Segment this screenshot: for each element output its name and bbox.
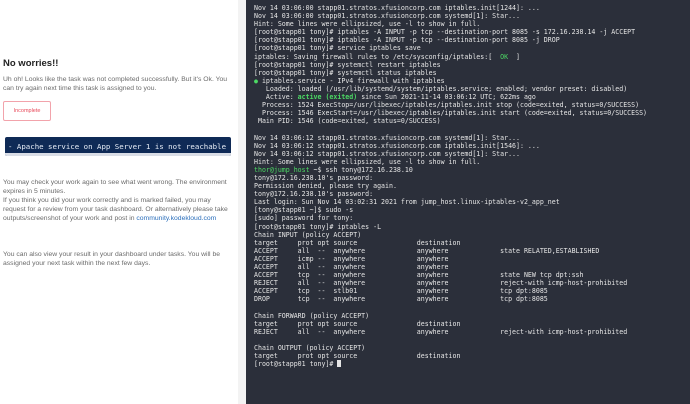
terminal-line: REJECT all -- anywhere anywhere reject-w… [254,327,628,336]
terminal-line: Chain OUTPUT (policy ACCEPT) [254,343,366,352]
terminal-line: [root@stapp01 tony]# iptables -L [254,222,382,231]
terminal-line: [root@stapp01 tony]# systemctl restart i… [254,60,441,69]
terminal-line: [root@stapp01 tony]# service iptables sa… [254,44,421,53]
terminal-line: ACCEPT all -- anywhere anywhere state RE… [254,246,600,255]
terminal-line: Chain FORWARD (policy ACCEPT) [254,311,370,320]
terminal-line: ACCEPT all -- anywhere anywhere [254,263,449,271]
terminal-line: [root@stapp01 tony]# [254,360,690,368]
terminal-line: target prot opt source destination [254,238,461,247]
terminal-line: [tony@stapp01 ~]$ sudo -s [254,206,354,215]
error-banner: - Apache service on App Server 1 is not … [5,137,231,156]
panel-divider[interactable] [238,0,246,404]
terminal-line: Chain INPUT (policy ACCEPT) [254,230,362,239]
terminal-line: tony@172.16.238.10's password: [254,190,374,199]
terminal-line: Process: 1546 ExecStart=/usr/libexec/ipt… [254,109,648,118]
terminal-line: target prot opt source destination [254,352,461,361]
check-work-text: You may check your work again to see wha… [3,179,227,195]
terminal-line: Hint: Some lines were ellipsized, use -l… [254,20,481,29]
terminal-line: iptables: Saving firewall rules to /etc/… [254,52,521,61]
community-link[interactable]: community.kodekloud.com [136,215,216,222]
terminal-line: tony@172.16.238.10's password: [254,173,374,182]
terminal-line: [root@stapp01 tony]# systemctl status ip… [254,68,437,77]
terminal-line: ACCEPT icmp -- anywhere anywhere [254,254,449,263]
terminal-line: Nov 14 03:06:12 stapp01.stratos.xfusionc… [254,149,520,158]
terminal-line: thor@jump_host ~$ ssh tony@172.16.238.10 [254,165,413,174]
terminal-line: Loaded: loaded (/usr/lib/systemd/system/… [254,84,628,93]
terminal-line: REJECT all -- anywhere anywhere reject-w… [254,279,628,288]
terminal-cursor [337,360,342,368]
terminal-line: Process: 1524 ExecStop=/usr/libexec/ipta… [254,101,640,110]
terminal-line: [sudo] password for tony: [254,214,354,223]
terminal-line: ACCEPT tcp -- anywhere anywhere state NE… [254,271,584,280]
result-panel: No worries!! Uh oh! Looks like the task … [0,0,238,404]
terminal-line: Nov 14 03:06:00 stapp01.stratos.xfusionc… [254,12,520,21]
terminal-line: ACCEPT tcp -- stlb01 anywhere tcp dpt:80… [254,287,548,296]
terminal-line: Nov 14 03:06:12 stapp01.stratos.xfusionc… [254,133,520,142]
terminal-line: Permission denied, please try again. [254,182,397,191]
terminal-line: Nov 14 03:06:00 stapp01.stratos.xfusionc… [254,4,540,12]
terminal-line: Last login: Sun Nov 14 03:02:31 2021 fro… [254,198,560,207]
terminal[interactable]: Nov 14 03:06:00 stapp01.stratos.xfusionc… [246,0,690,404]
intro-text: Uh oh! Looks like the task was not compl… [3,76,228,92]
review-text: If you think you did your work correctly… [3,196,231,223]
terminal-line: [root@stapp01 tony]# iptables -A INPUT -… [254,36,560,45]
dashboard-text: You can also view your result in your da… [3,251,221,267]
terminal-line: target prot opt source destination [254,319,461,328]
status-badge: Incomplete [3,101,51,121]
terminal-line: Hint: Some lines were ellipsized, use -l… [254,157,481,166]
terminal-line: DROP tcp -- anywhere anywhere tcp dpt:80… [254,295,548,304]
terminal-line: ● iptables.service - IPv4 firewall with … [254,76,445,85]
result-title: No worries!! [3,58,59,69]
terminal-line: [root@stapp01 tony]# iptables -A INPUT -… [254,28,636,37]
terminal-line: Main PID: 1546 (code=exited, status=0/SU… [254,117,441,126]
terminal-line: Nov 14 03:06:12 stapp01.stratos.xfusionc… [254,141,540,150]
terminal-line: Active: active (exited) since Sun 2021-1… [254,93,536,102]
